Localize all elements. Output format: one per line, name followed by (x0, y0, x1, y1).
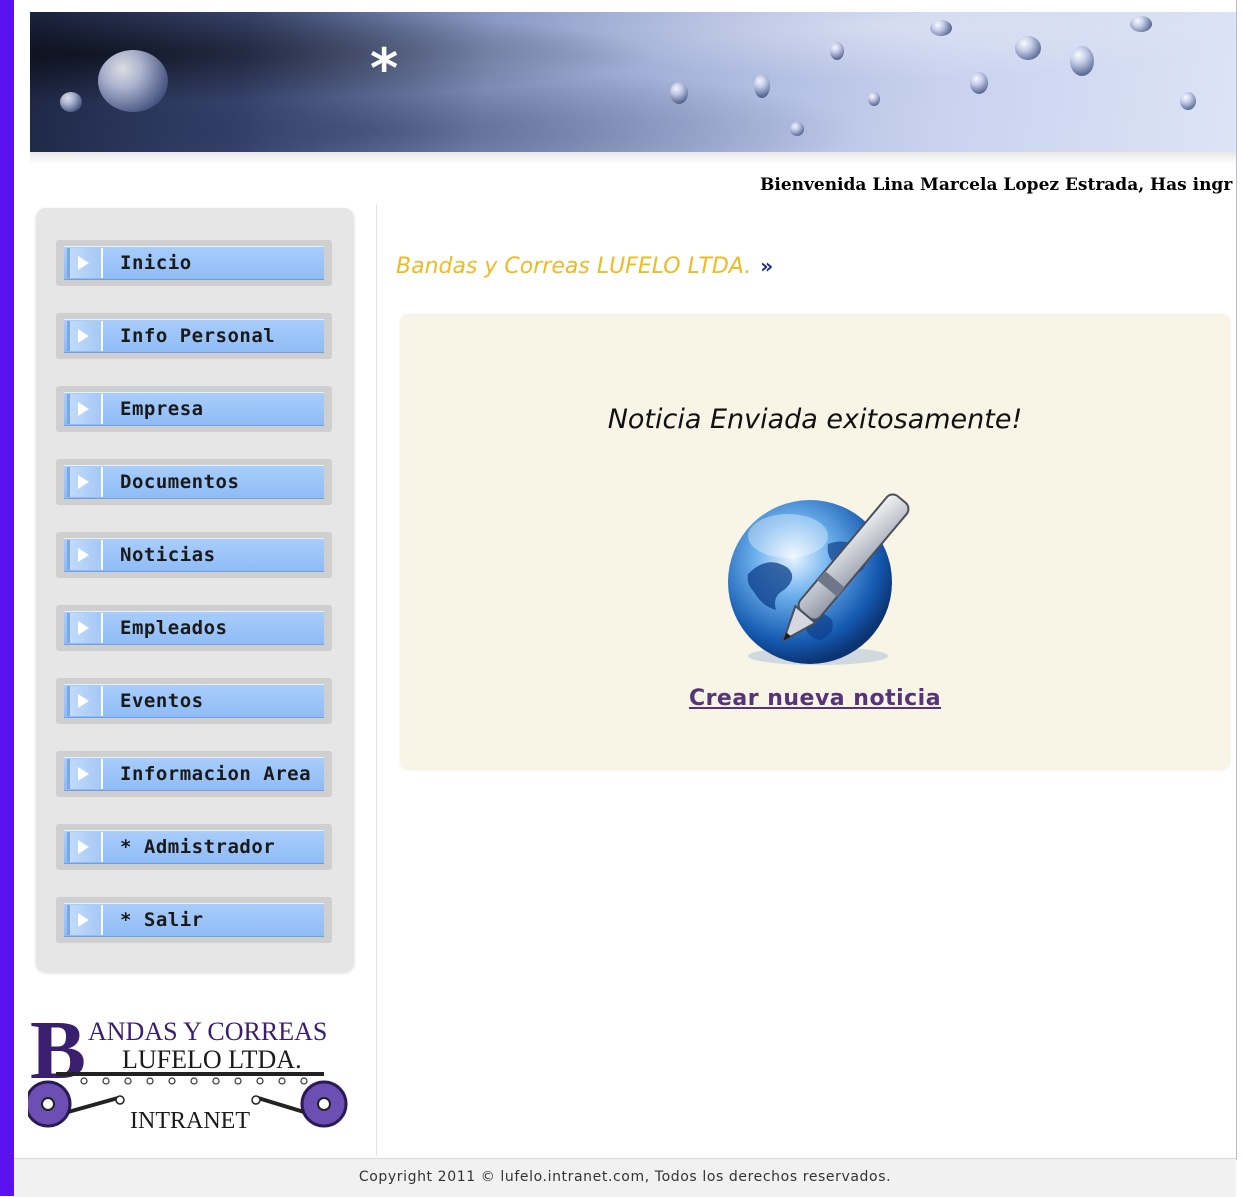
play-arrow-icon (67, 248, 103, 278)
sidebar-item-label: Informacion Area (120, 763, 312, 785)
play-arrow-icon (67, 759, 103, 789)
sidebar-item-salir[interactable]: * Salir (56, 897, 332, 943)
sidebar-item-empresa[interactable]: Empresa (56, 386, 332, 432)
welcome-message: Bienvenida Lina Marcela Lopez Estrada, H… (760, 175, 1233, 195)
sidebar-item-label: Empleados (120, 617, 228, 639)
sidebar-item-label: Info Personal (120, 325, 276, 347)
play-arrow-icon (67, 832, 103, 862)
right-edge (1236, 0, 1242, 1196)
sidebar-item-inicio[interactable]: Inicio (56, 240, 332, 286)
svg-text:INTRANET: INTRANET (130, 1108, 250, 1134)
sidebar-item-label: Noticias (120, 544, 216, 566)
company-logo: B ANDAS Y CORREAS LUFELO LTDA. INTRANET (28, 1012, 348, 1134)
play-arrow-icon (67, 467, 103, 497)
sidebar-item-info-personal[interactable]: Info Personal (56, 313, 332, 359)
sidebar-item-eventos[interactable]: Eventos (56, 678, 332, 724)
play-arrow-icon (67, 905, 103, 935)
page-title: Bandas y Correas LUFELO LTDA. » (396, 254, 773, 284)
confirmation-panel: Noticia Enviada exitosamente! Crear nuev… (400, 314, 1230, 770)
svg-text:LUFELO LTDA.: LUFELO LTDA. (122, 1045, 302, 1074)
svg-text:ANDAS Y CORREAS: ANDAS Y CORREAS (88, 1017, 327, 1046)
globe-pen-icon (728, 493, 910, 665)
banner-shadow (30, 152, 1236, 164)
play-arrow-icon (67, 394, 103, 424)
sidebar-item-label: * Salir (120, 909, 204, 931)
chevron-right-icon: » (760, 254, 774, 278)
success-message: Noticia Enviada exitosamente! (607, 404, 1023, 435)
sidebar-item-empleados[interactable]: Empleados (56, 605, 332, 651)
play-arrow-icon (67, 321, 103, 351)
sidebar-item-label: * Admistrador (120, 836, 276, 858)
play-arrow-icon (67, 686, 103, 716)
sidebar-item-informacion-area[interactable]: Informacion Area (56, 751, 332, 797)
sidebar-item-label: Eventos (120, 690, 204, 712)
sidebar-item-documentos[interactable]: Documentos (56, 459, 332, 505)
header-banner: * (30, 12, 1236, 152)
copyright-text: Copyright 2011 © lufelo.intranet.com, To… (358, 1169, 892, 1185)
company-name: Bandas y Correas LUFELO LTDA. (396, 254, 752, 279)
sidebar-item-label: Documentos (120, 471, 240, 493)
play-arrow-icon (67, 540, 103, 570)
sidebar-menu: Inicio Info Personal Empresa Documentos … (36, 208, 354, 972)
column-divider (376, 204, 377, 1156)
sidebar-item-label: Inicio (120, 252, 192, 274)
sidebar-item-administrador[interactable]: * Admistrador (56, 824, 332, 870)
play-arrow-icon (67, 613, 103, 643)
left-accent-bar (0, 0, 14, 1196)
footer: Copyright 2011 © lufelo.intranet.com, To… (14, 1158, 1236, 1197)
sidebar-item-label: Empresa (120, 398, 204, 420)
create-news-link[interactable]: Crear nueva noticia (400, 686, 1230, 711)
sidebar-item-noticias[interactable]: Noticias (56, 532, 332, 578)
